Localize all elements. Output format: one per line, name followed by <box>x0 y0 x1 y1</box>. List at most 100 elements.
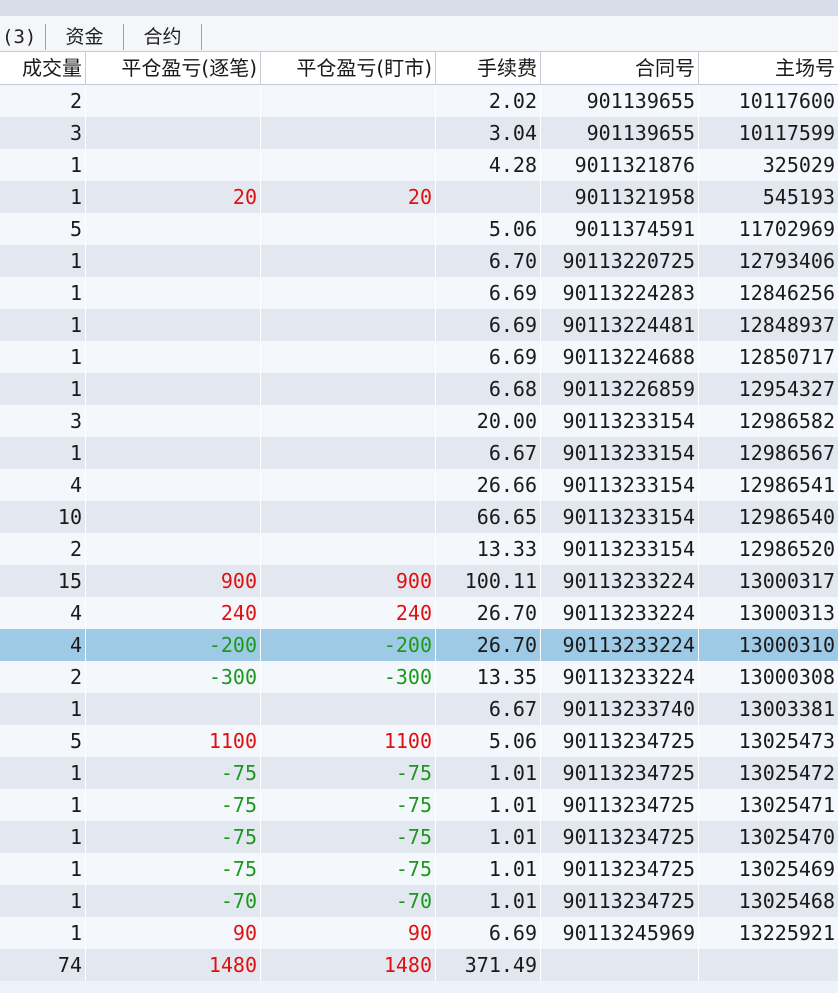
volume-cell: 1 <box>0 373 86 405</box>
pnl-trade-cell <box>86 245 261 277</box>
table-row[interactable]: 3 3.04 901139655 10117599 <box>0 117 838 149</box>
order-cell: 13000317 <box>738 569 835 593</box>
table-row[interactable]: 2 2.02 901139655 10117600 <box>0 85 838 117</box>
order-cell: 10117600 <box>738 89 835 113</box>
order-cell: 545193 <box>762 185 835 209</box>
total-row[interactable]: 74 1480 1480 371.49 <box>0 949 838 981</box>
contract-cell: 90113234725 <box>541 885 699 917</box>
tab-records[interactable]: (3) <box>0 24 46 50</box>
fee-cell: 371.49 <box>436 949 541 981</box>
table-row[interactable]: 5 5.06 9011374591 11702969 <box>0 213 838 245</box>
order-cell: 12986541 <box>738 473 835 497</box>
fee-cell: 6.69 <box>436 309 541 341</box>
table-row[interactable]: 2 13.33 90113233154 12986520 <box>0 533 838 565</box>
table-row[interactable]: 1 90 90 6.69 90113245969 13225921 <box>0 917 838 949</box>
table-row[interactable]: 1 4.28 9011321876 325029 <box>0 149 838 181</box>
tab-contracts[interactable]: 合约 <box>124 24 202 50</box>
table-row[interactable]: 1 -75 -75 1.01 90113234725 13025471 <box>0 789 838 821</box>
table-row[interactable]: 4 -200 -200 26.70 90113233224 13000310 <box>0 629 838 661</box>
pnl-trade-cell <box>86 373 261 405</box>
pnl-mtm-cell: 1480 <box>261 949 436 981</box>
table-row[interactable]: 2 -300 -300 13.35 90113233224 13000308 <box>0 661 838 693</box>
tab-funds[interactable]: 资金 <box>46 24 124 50</box>
volume-cell: 4 <box>0 629 86 661</box>
pnl-trade-cell <box>86 117 261 149</box>
table-row[interactable]: 10 66.65 90113233154 12986540 <box>0 501 838 533</box>
fee-cell: 6.68 <box>436 373 541 405</box>
order-cell: 13025471 <box>738 793 835 817</box>
order-cell: 13025468 <box>738 889 835 913</box>
pnl-mtm-cell <box>261 309 436 341</box>
column-header-close-pnl-by-trade[interactable]: 平仓盈亏(逐笔) <box>86 52 261 84</box>
table-row[interactable]: 1 -75 -75 1.01 90113234725 13025469 <box>0 853 838 885</box>
contract-cell: 90113224481 <box>541 309 699 341</box>
volume-cell: 2 <box>0 533 86 565</box>
contract-cell: 90113233154 <box>541 437 699 469</box>
table-row[interactable]: 1 6.69 90113224283 12846256 <box>0 277 838 309</box>
contract-cell: 90113234725 <box>541 821 699 853</box>
order-cell <box>699 949 838 981</box>
table-row[interactable]: 4 240 240 26.70 90113233224 13000313 <box>0 597 838 629</box>
table-row[interactable]: 1 6.69 90113224481 12848937 <box>0 309 838 341</box>
volume-cell: 1 <box>0 789 86 821</box>
table-row[interactable]: 15 900 900 100.11 90113233224 13000317 <box>0 565 838 597</box>
order-cell: 12986567 <box>738 441 835 465</box>
fee-cell: 13.35 <box>436 661 541 693</box>
table-row[interactable]: 3 20.00 90113233154 12986582 <box>0 405 838 437</box>
volume-cell: 5 <box>0 725 86 757</box>
volume-cell: 1 <box>0 437 86 469</box>
table-row[interactable]: 1 -75 -75 1.01 90113234725 13025472 <box>0 757 838 789</box>
order-cell: 13003381 <box>738 697 835 721</box>
volume-cell: 1 <box>0 885 86 917</box>
pnl-trade-cell: -300 <box>86 661 261 693</box>
order-cell: 13000313 <box>738 601 835 625</box>
column-header-contract-number[interactable]: 合同号 <box>541 52 699 84</box>
table-row[interactable]: 1 -75 -75 1.01 90113234725 13025470 <box>0 821 838 853</box>
pnl-trade-cell: -75 <box>86 789 261 821</box>
volume-cell: 15 <box>0 565 86 597</box>
pnl-mtm-cell <box>261 437 436 469</box>
table-row[interactable]: 1 6.69 90113224688 12850717 <box>0 341 838 373</box>
order-cell: 11702969 <box>738 217 835 241</box>
fee-cell: 5.06 <box>436 213 541 245</box>
pnl-trade-cell: -75 <box>86 821 261 853</box>
column-header-fee[interactable]: 手续费 <box>436 52 541 84</box>
pnl-trade-cell: 900 <box>86 565 261 597</box>
fee-cell: 2.02 <box>436 85 541 117</box>
pnl-trade-cell <box>86 533 261 565</box>
volume-cell: 1 <box>0 309 86 341</box>
fee-cell: 4.28 <box>436 149 541 181</box>
column-header-order-number[interactable]: 主场号 <box>699 52 838 84</box>
pnl-mtm-cell <box>261 501 436 533</box>
fee-cell: 1.01 <box>436 821 541 853</box>
column-header-volume[interactable]: 成交量 <box>0 52 86 84</box>
fee-cell: 3.04 <box>436 117 541 149</box>
volume-cell: 1 <box>0 853 86 885</box>
contract-cell: 90113233154 <box>541 469 699 501</box>
table-row[interactable]: 1 6.70 90113220725 12793406 <box>0 245 838 277</box>
pnl-trade-cell: 240 <box>86 597 261 629</box>
table-row[interactable]: 4 26.66 90113233154 12986541 <box>0 469 838 501</box>
fee-cell: 6.69 <box>436 277 541 309</box>
pnl-trade-cell: -75 <box>86 757 261 789</box>
pnl-trade-cell <box>86 309 261 341</box>
table-row[interactable]: 1 6.67 90113233154 12986567 <box>0 437 838 469</box>
pnl-mtm-cell <box>261 85 436 117</box>
pnl-mtm-cell <box>261 117 436 149</box>
fee-cell: 6.70 <box>436 245 541 277</box>
fee-cell: 26.66 <box>436 469 541 501</box>
contract-cell: 90113233154 <box>541 501 699 533</box>
pnl-trade-cell: 90 <box>86 917 261 949</box>
pnl-mtm-cell <box>261 149 436 181</box>
table-row[interactable]: 1 -70 -70 1.01 90113234725 13025468 <box>0 885 838 917</box>
table-row[interactable]: 1 6.68 90113226859 12954327 <box>0 373 838 405</box>
table-header: 成交量 平仓盈亏(逐笔) 平仓盈亏(盯市) 手续费 合同号 主场号 <box>0 52 838 85</box>
table-row[interactable]: 1 20 20 9011321958 545193 <box>0 181 838 213</box>
table-row[interactable]: 1 6.67 90113233740 13003381 <box>0 693 838 725</box>
column-header-close-pnl-mark-to-market[interactable]: 平仓盈亏(盯市) <box>261 52 436 84</box>
pnl-trade-cell <box>86 213 261 245</box>
contract-cell: 90113234725 <box>541 725 699 757</box>
order-cell: 12846256 <box>738 281 835 305</box>
table-row[interactable]: 5 1100 1100 5.06 90113234725 13025473 <box>0 725 838 757</box>
volume-cell: 1 <box>0 693 86 725</box>
